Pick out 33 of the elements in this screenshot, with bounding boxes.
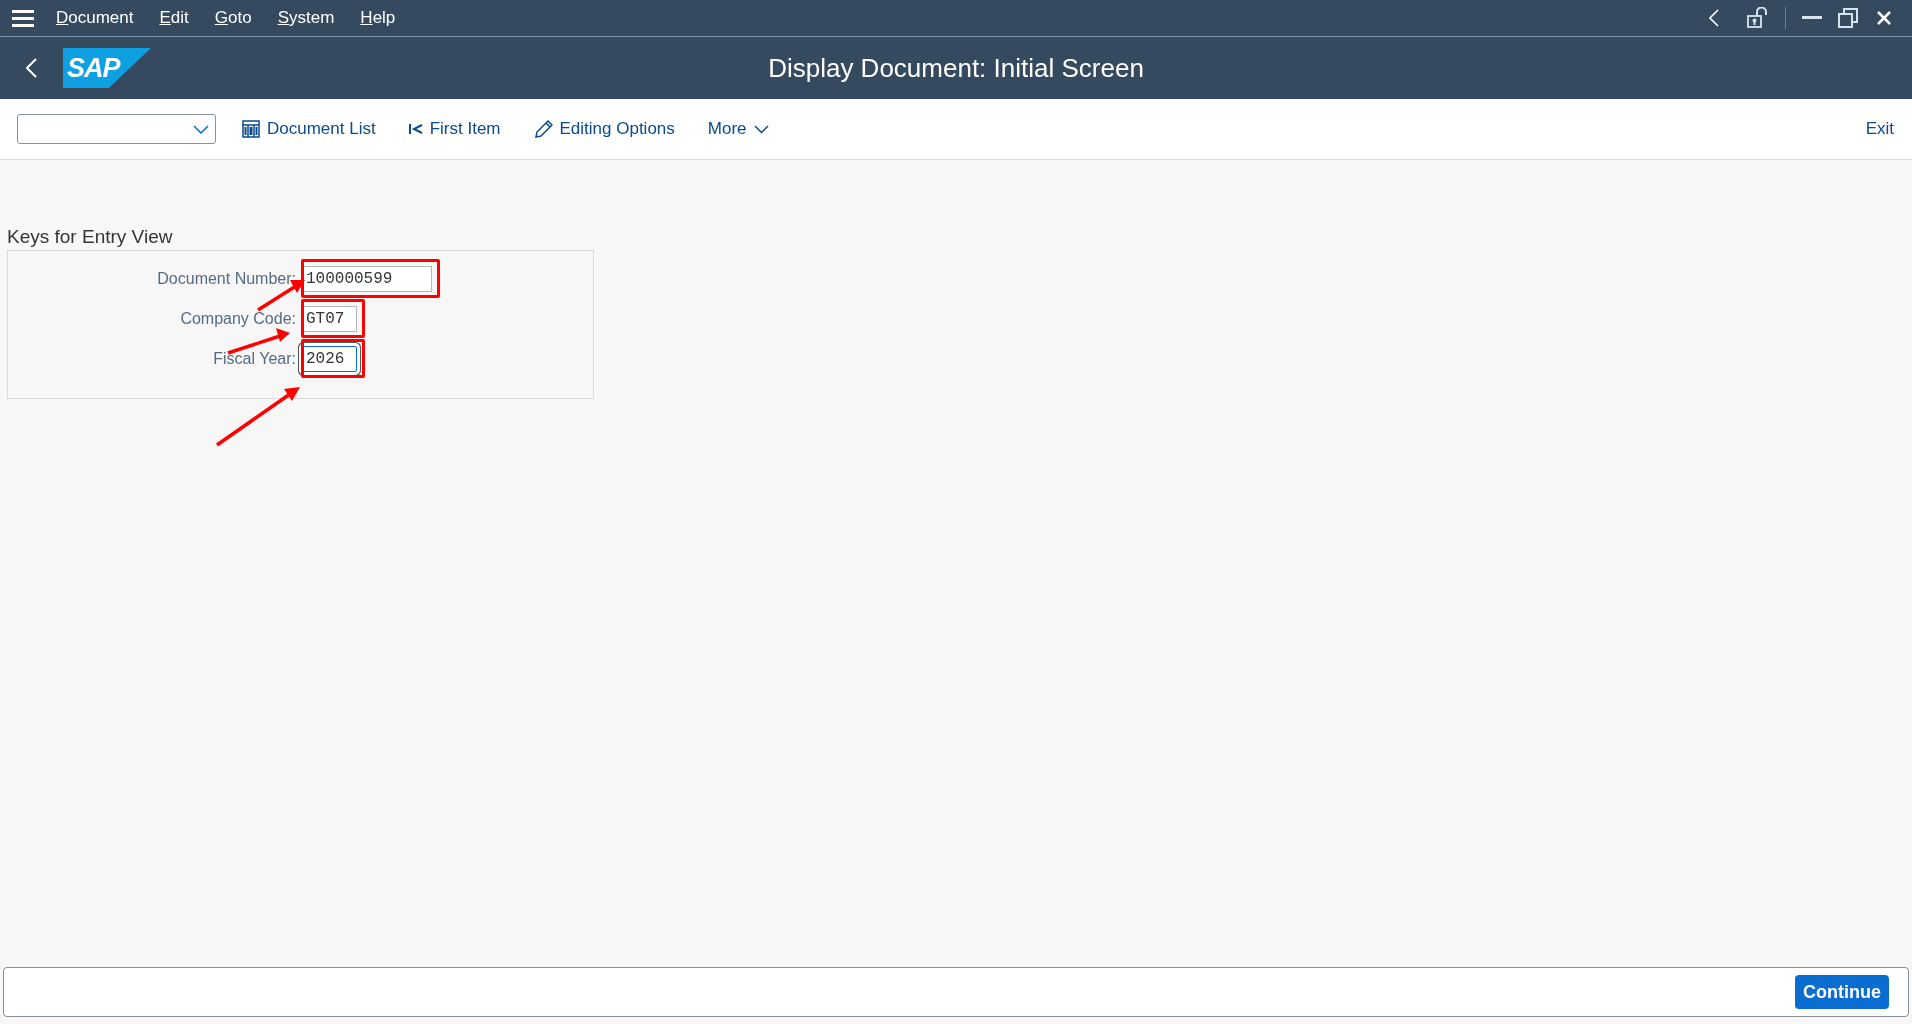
toolbar-button[interactable]: Editing Options [533, 116, 675, 142]
toolbar-button[interactable]: Document List [242, 116, 376, 142]
table-icon [242, 120, 260, 138]
exit-button[interactable]: Exit [1865, 116, 1894, 142]
section-title: Keys for Entry View [7, 225, 173, 249]
chevron-down-icon [193, 124, 209, 134]
back-icon[interactable] [1709, 9, 1719, 27]
field-label: Document Number: [156, 269, 297, 289]
close-icon[interactable] [1876, 10, 1892, 26]
minimize-icon[interactable] [1802, 16, 1822, 20]
screen-title: Display Document: Initial Screen [768, 51, 1144, 85]
menu-item[interactable]: Edit [159, 5, 189, 31]
restore-icon[interactable] [1838, 8, 1858, 28]
field-label: Company Code: [179, 309, 297, 329]
field-label: Fiscal Year: [212, 349, 297, 369]
unlock-icon[interactable] [1747, 7, 1769, 29]
command-field[interactable] [17, 114, 216, 144]
sap-logo: SAP [63, 48, 151, 88]
continue-button[interactable]: Continue [1795, 975, 1889, 1009]
menu-item[interactable]: Document [56, 5, 134, 31]
input-field[interactable]: 100000599 [302, 266, 432, 292]
input-field[interactable]: 2026 [302, 346, 357, 372]
menu-item[interactable]: Goto [214, 5, 252, 31]
toolbar-button[interactable]: First Item [408, 116, 501, 142]
back-icon[interactable] [26, 58, 37, 78]
first-item-icon [408, 123, 423, 135]
menu-item[interactable]: System [277, 5, 335, 31]
chevron-down-icon [753, 124, 769, 134]
toolbar-button[interactable]: More [707, 116, 769, 142]
menu-item[interactable]: Help [360, 5, 396, 31]
menu-icon[interactable] [12, 9, 34, 27]
pencil-icon [533, 119, 553, 139]
input-field[interactable]: GT07 [302, 306, 357, 332]
